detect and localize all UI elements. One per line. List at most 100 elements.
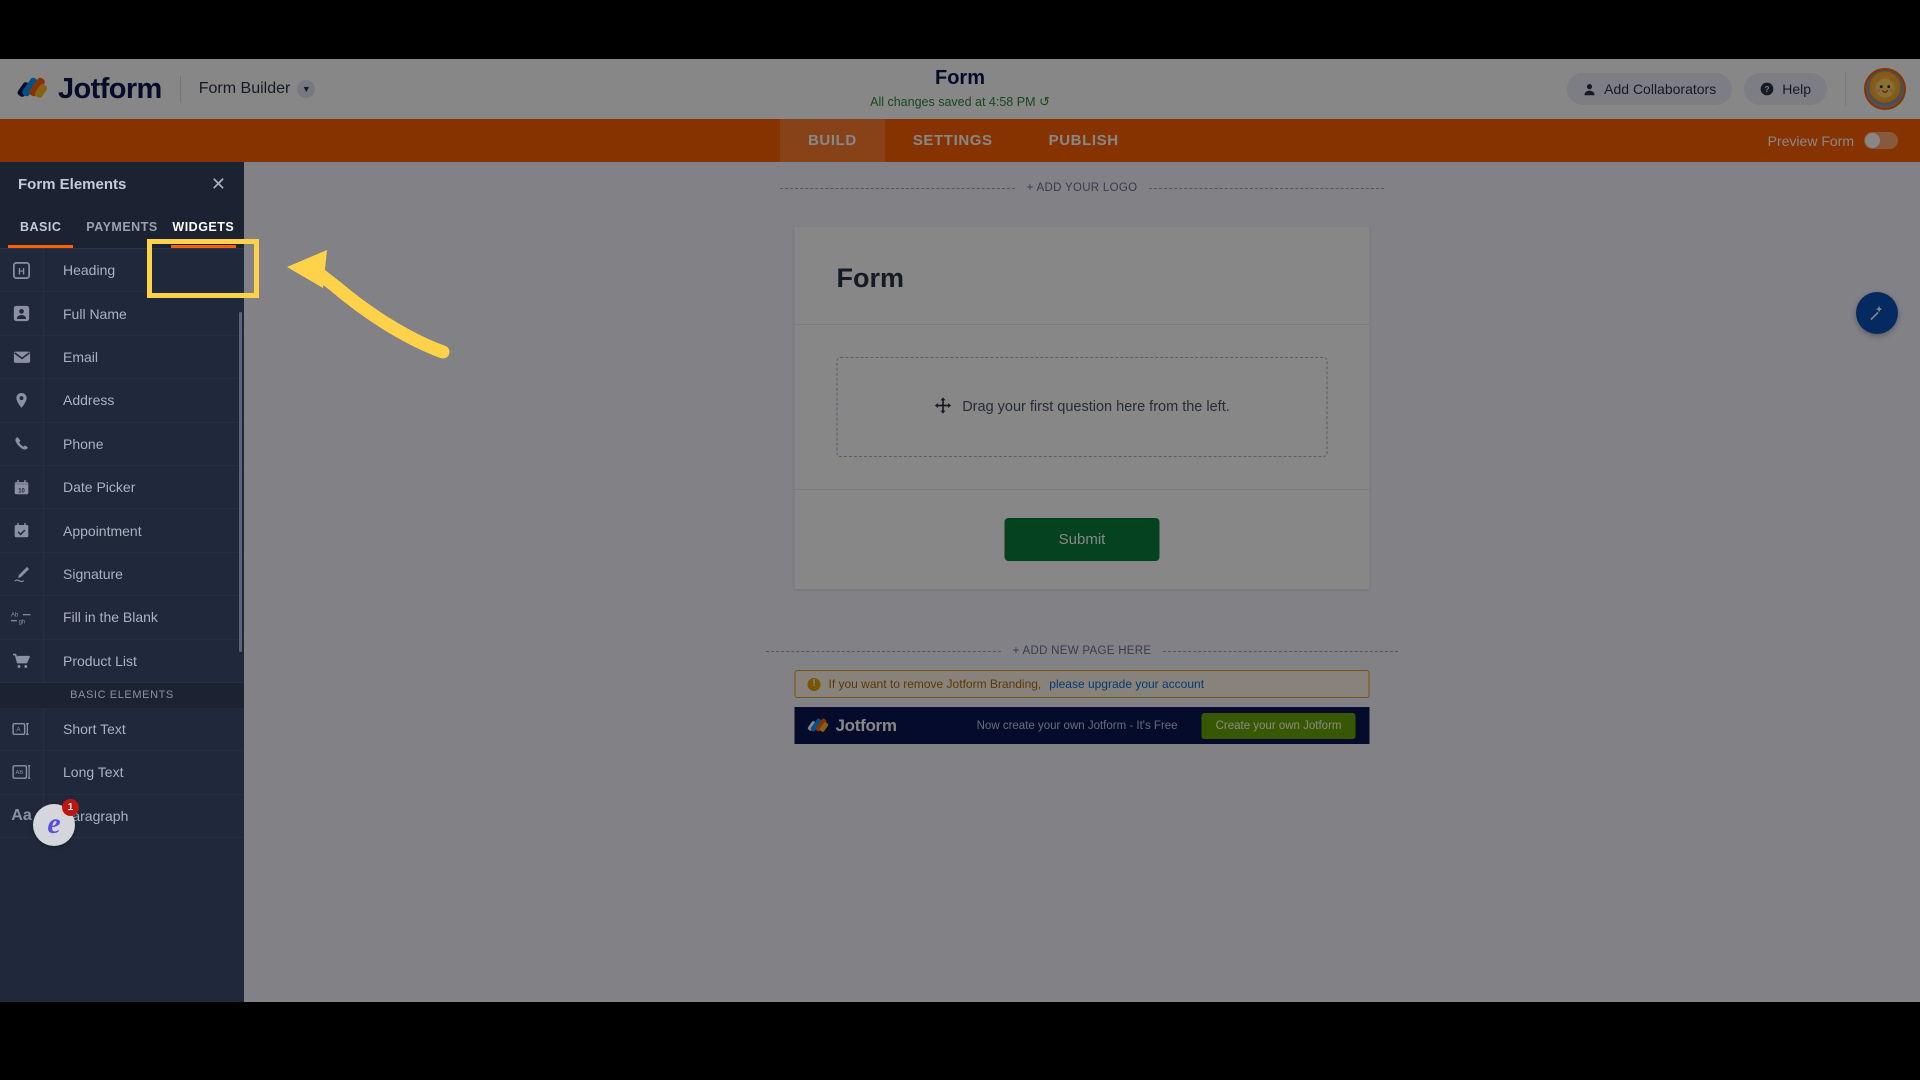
short-text-icon: A	[0, 707, 44, 751]
jotform-logo-icon	[16, 74, 49, 104]
svg-text:AB: AB	[15, 771, 23, 777]
sidebar-scrollbar[interactable]	[239, 312, 242, 652]
sidebar-item-short-text[interactable]: A Short Text	[0, 707, 244, 752]
sidebar-item-long-text[interactable]: AB Long Text	[0, 751, 244, 795]
dashed-line-right	[1149, 187, 1385, 189]
shopping-cart-icon	[0, 639, 44, 682]
submit-button[interactable]: Submit	[1004, 518, 1160, 561]
screenshot-root: Jotform Form Builder ▼ Form All changes …	[0, 0, 1920, 1080]
jotform-logo-icon-small	[807, 716, 829, 736]
header-divider	[179, 76, 181, 102]
chat-badge-count: 1	[62, 799, 79, 816]
question-dropzone[interactable]: Drag your first question here from the l…	[836, 357, 1328, 457]
preview-form-toggle[interactable]	[1864, 132, 1898, 149]
tab-publish[interactable]: PUBLISH	[1021, 119, 1147, 162]
avatar[interactable]	[1864, 68, 1906, 110]
banner-logo: Jotform	[807, 715, 897, 736]
person-icon	[1583, 83, 1596, 96]
person-card-icon	[0, 292, 44, 335]
sidebar-tab-basic[interactable]: BASIC	[0, 206, 81, 248]
save-status-text: All changes saved at 4:58 PM	[870, 95, 1036, 109]
sidebar-item-email[interactable]: Email	[0, 335, 244, 380]
sidebar-item-fill-in-the-blank[interactable]: Ab gh Fill in the Blank	[0, 596, 244, 640]
form-card-footer: Submit	[795, 490, 1370, 589]
tab-settings[interactable]: SETTINGS	[885, 119, 1021, 162]
calendar-check-icon	[0, 509, 44, 552]
banner-brand-name: Jotform	[835, 715, 897, 735]
help-button[interactable]: ? Help	[1744, 73, 1827, 105]
sidebar-item-label: Fill in the Blank	[63, 609, 158, 626]
magic-wand-button[interactable]	[1856, 292, 1898, 334]
sidebar-item-address[interactable]: Address	[0, 379, 244, 423]
chat-widget-button[interactable]: e 1	[33, 799, 79, 846]
dashed-line-left	[779, 187, 1015, 189]
preview-form-label: Preview Form	[1767, 132, 1854, 149]
branding-notice: ! If you want to remove Jotform Branding…	[794, 670, 1370, 698]
move-arrows-icon	[934, 396, 951, 418]
dropzone-text: Drag your first question here from the l…	[962, 399, 1230, 415]
preview-form-control[interactable]: Preview Form	[1768, 119, 1898, 162]
add-page-row[interactable]: + ADD NEW PAGE HERE	[244, 645, 1920, 657]
nav-tabs: BUILD SETTINGS PUBLISH	[780, 119, 1147, 162]
app-header: Jotform Form Builder ▼ Form All changes …	[0, 59, 1920, 119]
sidebar-item-appointment[interactable]: Appointment	[0, 509, 244, 553]
form-card: Form Drag your first question here from …	[794, 227, 1370, 589]
sidebar-item-date-picker[interactable]: 10 Date Picker	[0, 465, 244, 510]
create-own-jotform-button[interactable]: Create your own Jotform	[1201, 712, 1356, 739]
pen-signature-icon	[0, 552, 44, 596]
sidebar-item-phone[interactable]: Phone	[0, 422, 244, 466]
add-collaborators-label: Add Collaborators	[1604, 81, 1717, 97]
sidebar-item-label: Email	[63, 348, 99, 365]
sidebar-item-label: Long Text	[63, 764, 124, 781]
add-page-label[interactable]: + ADD NEW PAGE HERE	[1001, 645, 1164, 657]
long-text-icon: AB	[0, 751, 44, 794]
sidebar-item-signature[interactable]: Signature	[0, 552, 244, 597]
phone-icon	[0, 422, 44, 465]
sidebar-item-label: Full Name	[63, 305, 127, 322]
dashed-line-right-2	[1163, 650, 1399, 652]
svg-text:gh: gh	[18, 619, 25, 625]
add-logo-row[interactable]: + ADD YOUR LOGO	[244, 182, 1920, 194]
sidebar-title: Form Elements	[18, 175, 127, 193]
main-navbar: BUILD SETTINGS PUBLISH Preview Form	[0, 119, 1920, 162]
annotation-highlight-box	[147, 239, 259, 298]
brand[interactable]: Jotform	[0, 73, 162, 106]
sidebar-item-label: Signature	[63, 565, 123, 582]
form-card-body: Drag your first question here from the l…	[794, 325, 1370, 490]
add-collaborators-button[interactable]: Add Collaborators	[1567, 73, 1733, 105]
sidebar-item-label: Heading	[63, 262, 116, 279]
header-divider-2	[1845, 72, 1846, 106]
notice-text: If you want to remove Jotform Branding,	[828, 677, 1042, 691]
chevron-down-icon: ▼	[297, 80, 316, 98]
question-circle-icon: ?	[1760, 82, 1774, 96]
heading-icon: H	[0, 249, 44, 292]
sidebar-item-label: Phone	[63, 435, 104, 452]
dashed-line-left-2	[765, 650, 1001, 652]
header-actions: Add Collaborators ? Help	[1567, 59, 1920, 119]
sidebar-section-header: BASIC ELEMENTS	[0, 682, 244, 708]
close-icon[interactable]: ✕	[211, 175, 226, 193]
sidebar-item-label: Product List	[63, 652, 137, 669]
product-menu-label: Form Builder	[198, 80, 291, 97]
calendar-10-icon: 10	[0, 465, 44, 509]
sidebar-item-full-name[interactable]: Full Name	[0, 292, 244, 336]
add-logo-label[interactable]: + ADD YOUR LOGO	[1015, 182, 1150, 194]
form-card-header: Form	[794, 227, 1370, 325]
sidebar-item-product-list[interactable]: Product List	[0, 639, 244, 683]
tab-build[interactable]: BUILD	[780, 119, 885, 162]
sidebar-item-label: Date Picker	[63, 479, 136, 496]
form-heading[interactable]: Form	[837, 263, 1328, 294]
brand-name: Jotform	[58, 72, 162, 105]
product-menu-button[interactable]: Form Builder ▼	[199, 80, 316, 98]
e-chat-icon: e	[47, 807, 61, 840]
svg-text:A: A	[16, 727, 21, 734]
sidebar-item-label: Short Text	[63, 721, 126, 738]
sidebar-element-list: H Heading Full Name Email Address Phone …	[0, 249, 244, 839]
upgrade-account-link[interactable]: please upgrade your account	[1049, 677, 1204, 691]
sidebar-item-label: Address	[63, 392, 115, 409]
svg-text:10: 10	[18, 488, 25, 494]
form-canvas: + ADD YOUR LOGO Form Drag your first que…	[244, 162, 1920, 1002]
undo-icon[interactable]: ↺	[1039, 94, 1050, 109]
jotform-branding-banner: Jotform Now create your own Jotform - It…	[794, 707, 1370, 744]
sidebar-header: Form Elements ✕	[0, 162, 244, 206]
